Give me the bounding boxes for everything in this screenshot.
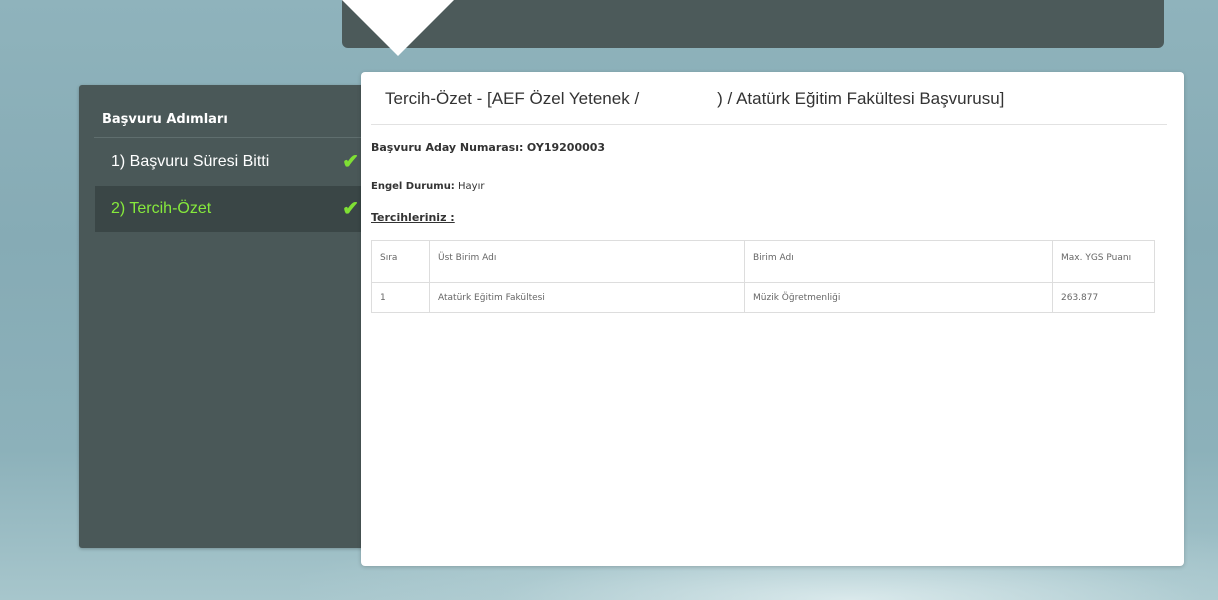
step-basvuru-suresi[interactable]: 1) Başvuru Süresi Bitti ✔ bbox=[95, 139, 367, 185]
check-icon: ✔ bbox=[342, 151, 359, 173]
header-birim: Birim Adı bbox=[744, 240, 1053, 283]
cell-sira: 1 bbox=[371, 282, 430, 313]
disability-label: Engel Durumu: bbox=[371, 181, 455, 192]
preferences-title: Tercihleriniz : bbox=[371, 211, 455, 224]
cell-birim: Müzik Öğretmenliği bbox=[744, 282, 1053, 313]
header-sira: Sıra bbox=[371, 240, 430, 283]
applicant-number-value: OY19200003 bbox=[526, 141, 606, 154]
disability-row: Engel Durumu: Hayır bbox=[371, 181, 484, 192]
disability-value: Hayır bbox=[458, 181, 485, 192]
summary-panel: Tercih-Özet - [AEF Özel Yetenek / ) / Ata… bbox=[361, 72, 1184, 566]
preferences-table: Sıra Üst Birim Adı Birim Adı Max. YGS Pu… bbox=[371, 240, 1155, 313]
steps-sidebar: Başvuru Adımları 1) Başvuru Süresi Bitti… bbox=[79, 85, 379, 548]
panel-title-part2: ) / Atatürk Eğitim Fakültesi Başvurusu] bbox=[717, 89, 1005, 108]
check-icon: ✔ bbox=[342, 198, 359, 220]
header-max-ygs: Max. YGS Puanı bbox=[1052, 240, 1155, 283]
step-label: 1) Başvuru Süresi Bitti bbox=[111, 153, 270, 170]
header-ust-birim: Üst Birim Adı bbox=[429, 240, 745, 283]
header-pointer-notch bbox=[342, 0, 454, 56]
cell-max-ygs: 263.877 bbox=[1052, 282, 1155, 313]
step-label: 2) Tercih-Özet bbox=[111, 200, 212, 217]
table-header-row: Sıra Üst Birim Adı Birim Adı Max. YGS Pu… bbox=[371, 240, 1155, 283]
panel-divider bbox=[371, 124, 1167, 125]
panel-title: Tercih-Özet - [AEF Özel Yetenek / ) / Ata… bbox=[385, 89, 1004, 109]
sidebar-title: Başvuru Adımları bbox=[102, 112, 228, 127]
applicant-number-label: Başvuru Aday Numarası: bbox=[371, 141, 524, 154]
sidebar-divider bbox=[94, 137, 364, 138]
cell-ust-birim: Atatürk Eğitim Fakültesi bbox=[429, 282, 745, 313]
panel-title-part1: Tercih-Özet - [AEF Özel Yetenek / bbox=[385, 89, 640, 108]
table-row: 1 Atatürk Eğitim Fakültesi Müzik Öğretme… bbox=[371, 282, 1155, 313]
step-tercih-ozet[interactable]: 2) Tercih-Özet ✔ bbox=[95, 186, 367, 232]
top-header-bar bbox=[342, 0, 1164, 48]
applicant-number-row: Başvuru Aday Numarası: OY19200003 bbox=[371, 141, 605, 154]
